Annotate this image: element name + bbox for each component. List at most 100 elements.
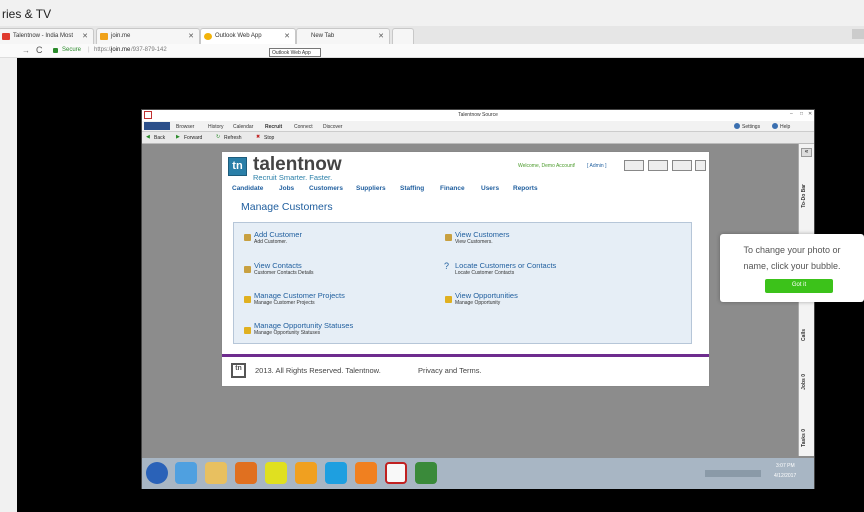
close-icon[interactable]: ✕: [188, 32, 194, 40]
nav-reports[interactable]: Reports: [513, 185, 538, 192]
view-customers-icon: [445, 234, 452, 241]
browser-toolbar: ◀ Back ▶ Forward ↻ Refresh ✖ Stop: [142, 132, 814, 144]
add-customer-link[interactable]: Add Customer: [254, 230, 302, 239]
tab-label: New Tab: [311, 33, 335, 39]
close-icon[interactable]: ✕: [82, 32, 88, 40]
reload-icon[interactable]: C: [36, 45, 43, 55]
nav-candidate[interactable]: Candidate: [232, 185, 263, 192]
address-bar[interactable]: → C Secure | https:// join.me /937-879-1…: [0, 44, 864, 58]
talentnow-logo-icon: tn: [228, 157, 247, 176]
tab-new[interactable]: New Tab ✕: [296, 28, 390, 44]
tab-talentnow[interactable]: Talentnow - India Most ✕: [0, 28, 94, 44]
tab-label: join.me: [111, 33, 131, 39]
lock-icon: [53, 48, 58, 53]
close-icon[interactable]: ✕: [808, 111, 812, 117]
outlook-icon[interactable]: [295, 462, 317, 484]
excel-icon[interactable]: [415, 462, 437, 484]
manage-customer-projects-link[interactable]: Manage Customer Projects: [254, 291, 345, 300]
menu-connect[interactable]: Connect: [294, 124, 313, 130]
minimize-icon[interactable]: –: [790, 111, 793, 117]
menu-discover[interactable]: Discover: [323, 124, 342, 130]
clock-time: 3:07 PM: [776, 463, 795, 469]
view-contacts-icon: [244, 266, 251, 273]
todo-bar-label[interactable]: To-Do Bar: [801, 184, 807, 208]
refresh-button[interactable]: Refresh: [224, 135, 242, 141]
forward-arrow-icon[interactable]: ▶: [176, 134, 180, 140]
nav-customers[interactable]: Customers: [309, 185, 343, 192]
outer-window-title: ries & TV: [0, 0, 864, 26]
collapse-icon[interactable]: «: [801, 148, 812, 157]
close-icon[interactable]: ✕: [284, 32, 290, 40]
projects-icon: [244, 296, 251, 303]
menu-recruit[interactable]: Recruit: [265, 124, 282, 130]
nav-suppliers[interactable]: Suppliers: [356, 185, 386, 192]
view-customers-desc: View Customers.: [455, 239, 493, 245]
outlook-favicon-icon: [204, 33, 212, 40]
view-opportunities-link[interactable]: View Opportunities: [455, 291, 518, 300]
menu-calendar[interactable]: Calendar: [233, 124, 253, 130]
talentnow-window: Talentnow Source – □ ✕ Browser History C…: [141, 109, 815, 489]
admin-link[interactable]: [ Admin ]: [587, 163, 606, 169]
footer-privacy-link[interactable]: Privacy and Terms.: [418, 366, 482, 375]
chrome-icon[interactable]: [265, 462, 287, 484]
footer-divider: [222, 354, 709, 357]
tab-outlook[interactable]: Outlook Web App ✕: [200, 28, 296, 44]
tools-dropdown-button[interactable]: [648, 160, 668, 171]
manage-opportunity-statuses-desc: Manage Opportunity Statuses: [254, 330, 321, 336]
nav-finance[interactable]: Finance: [440, 185, 465, 192]
nav-users[interactable]: Users: [481, 185, 499, 192]
window-control[interactable]: [852, 29, 864, 39]
help-dropdown-button[interactable]: [672, 160, 692, 171]
nav-staffing[interactable]: Staffing: [400, 185, 424, 192]
locate-customers-link[interactable]: Locate Customers or Contacts: [455, 261, 556, 270]
menu-browser[interactable]: Browser: [176, 124, 194, 130]
stop-button[interactable]: Stop: [264, 135, 274, 141]
app-icon: [144, 111, 152, 119]
close-icon[interactable]: ✕: [378, 32, 384, 40]
start-button-icon[interactable]: [146, 462, 168, 484]
add-customer-icon: [244, 234, 251, 241]
opportunity-statuses-icon: [244, 327, 251, 334]
internet-explorer-icon[interactable]: [175, 462, 197, 484]
media-player-icon[interactable]: [235, 462, 257, 484]
forward-arrow-icon[interactable]: →: [22, 46, 30, 55]
secure-label: Secure: [62, 47, 82, 53]
menu-history[interactable]: History: [208, 124, 224, 130]
talentnow-favicon-icon: [2, 33, 10, 40]
manage-opportunity-statuses-link[interactable]: Manage Opportunity Statuses: [254, 321, 353, 330]
links-panel: Add Customer Add Customer. View Contacts…: [233, 222, 692, 344]
add-customer-desc: Add Customer.: [254, 239, 288, 245]
welcome-text: Welcome, Demo Account!: [518, 163, 576, 169]
back-button[interactable]: Back: [154, 135, 165, 141]
tab-joinme[interactable]: join.me ✕: [96, 28, 200, 44]
joinme-icon[interactable]: [355, 462, 377, 484]
view-contacts-link[interactable]: View Contacts: [254, 261, 302, 270]
maximize-icon[interactable]: □: [800, 111, 803, 117]
help-icon[interactable]: [772, 123, 778, 129]
arrow-button[interactable]: [695, 160, 706, 171]
browser-tab-bar: Talentnow - India Most ✕ join.me ✕ Outlo…: [0, 26, 864, 44]
help-menu[interactable]: Help: [780, 124, 790, 130]
skype-icon[interactable]: [325, 462, 347, 484]
calls-label[interactable]: Calls: [801, 329, 807, 341]
locate-customers-desc: Locate Customer Contacts: [455, 270, 515, 276]
refresh-icon[interactable]: ↻: [216, 134, 220, 140]
opportunities-icon: [445, 296, 452, 303]
file-explorer-icon[interactable]: [205, 462, 227, 484]
settings-menu[interactable]: Settings: [742, 124, 760, 130]
gear-icon[interactable]: [734, 123, 740, 129]
manage-customer-projects-desc: Manage Customer Projects: [254, 300, 315, 306]
tasks-label[interactable]: Tasks 0: [801, 429, 807, 447]
user-dropdown-button[interactable]: [624, 160, 644, 171]
tray-icons[interactable]: [705, 470, 761, 477]
view-customers-link[interactable]: View Customers: [455, 230, 509, 239]
forward-button[interactable]: Forward: [184, 135, 202, 141]
got-it-button[interactable]: Got it: [765, 279, 833, 293]
menu-dropdown-button[interactable]: [144, 122, 170, 130]
jobs-label[interactable]: Jobs 0: [801, 374, 807, 390]
stop-icon[interactable]: ✖: [256, 134, 260, 140]
nav-jobs[interactable]: Jobs: [279, 185, 294, 192]
talentnow-taskbar-icon[interactable]: [385, 462, 407, 484]
back-arrow-icon[interactable]: ◀: [146, 134, 150, 140]
new-tab-button[interactable]: [392, 28, 414, 44]
